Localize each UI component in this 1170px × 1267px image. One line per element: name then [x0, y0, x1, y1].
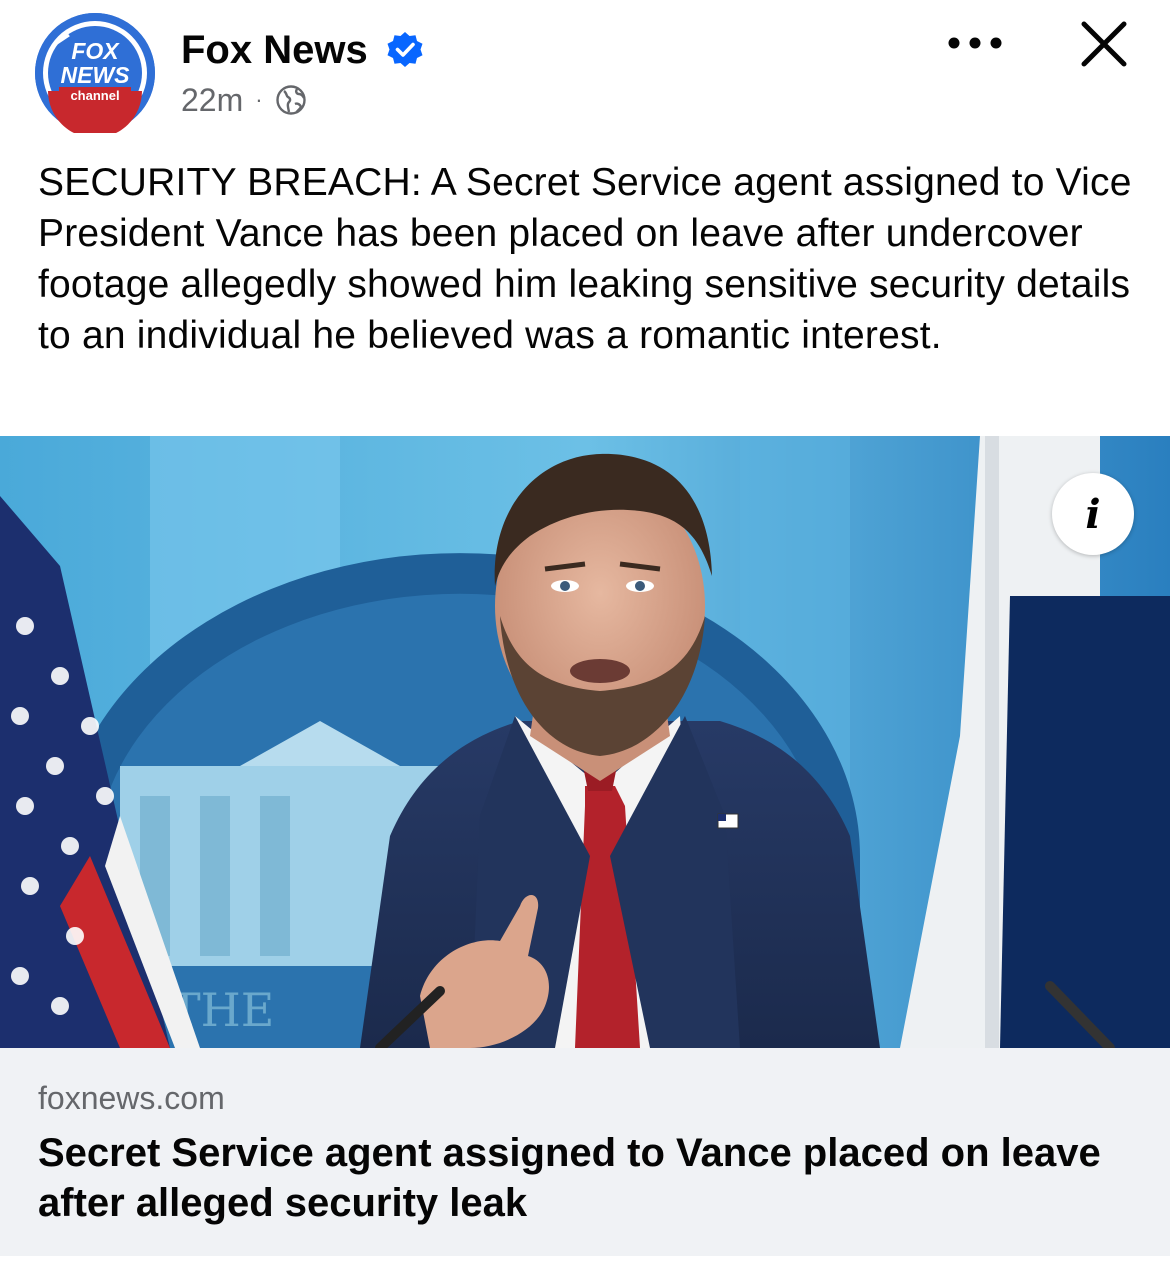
link-domain: foxnews.com — [38, 1080, 225, 1116]
verified-badge-icon — [387, 32, 423, 67]
more-options-button[interactable] — [940, 22, 1010, 62]
svg-text:FOX: FOX — [71, 38, 120, 64]
svg-text:channel: channel — [70, 88, 119, 103]
post-header: FOX NEWS channel Fox News 22m · — [0, 0, 1170, 150]
post-time[interactable]: 22m — [181, 82, 243, 119]
photo-illustration: THE — [0, 436, 1170, 1048]
fox-news-avatar[interactable]: FOX NEWS channel — [35, 13, 155, 133]
link-title[interactable]: Secret Service agent assigned to Vance p… — [38, 1128, 1128, 1228]
post-meta: 22m · — [181, 80, 307, 120]
page-name[interactable]: Fox News — [181, 26, 368, 74]
fox-news-logo: FOX NEWS channel — [35, 13, 155, 133]
globe-icon — [275, 85, 306, 115]
post-text: SECURITY BREACH: A Secret Service agent … — [38, 161, 1132, 357]
image-info-button[interactable]: i — [1052, 473, 1134, 555]
meta-separator: · — [255, 87, 263, 112]
info-icon: i — [1085, 490, 1101, 538]
close-button[interactable] — [1076, 16, 1132, 72]
svg-text:NEWS: NEWS — [61, 62, 131, 88]
post-photo[interactable]: THE — [0, 436, 1170, 1048]
